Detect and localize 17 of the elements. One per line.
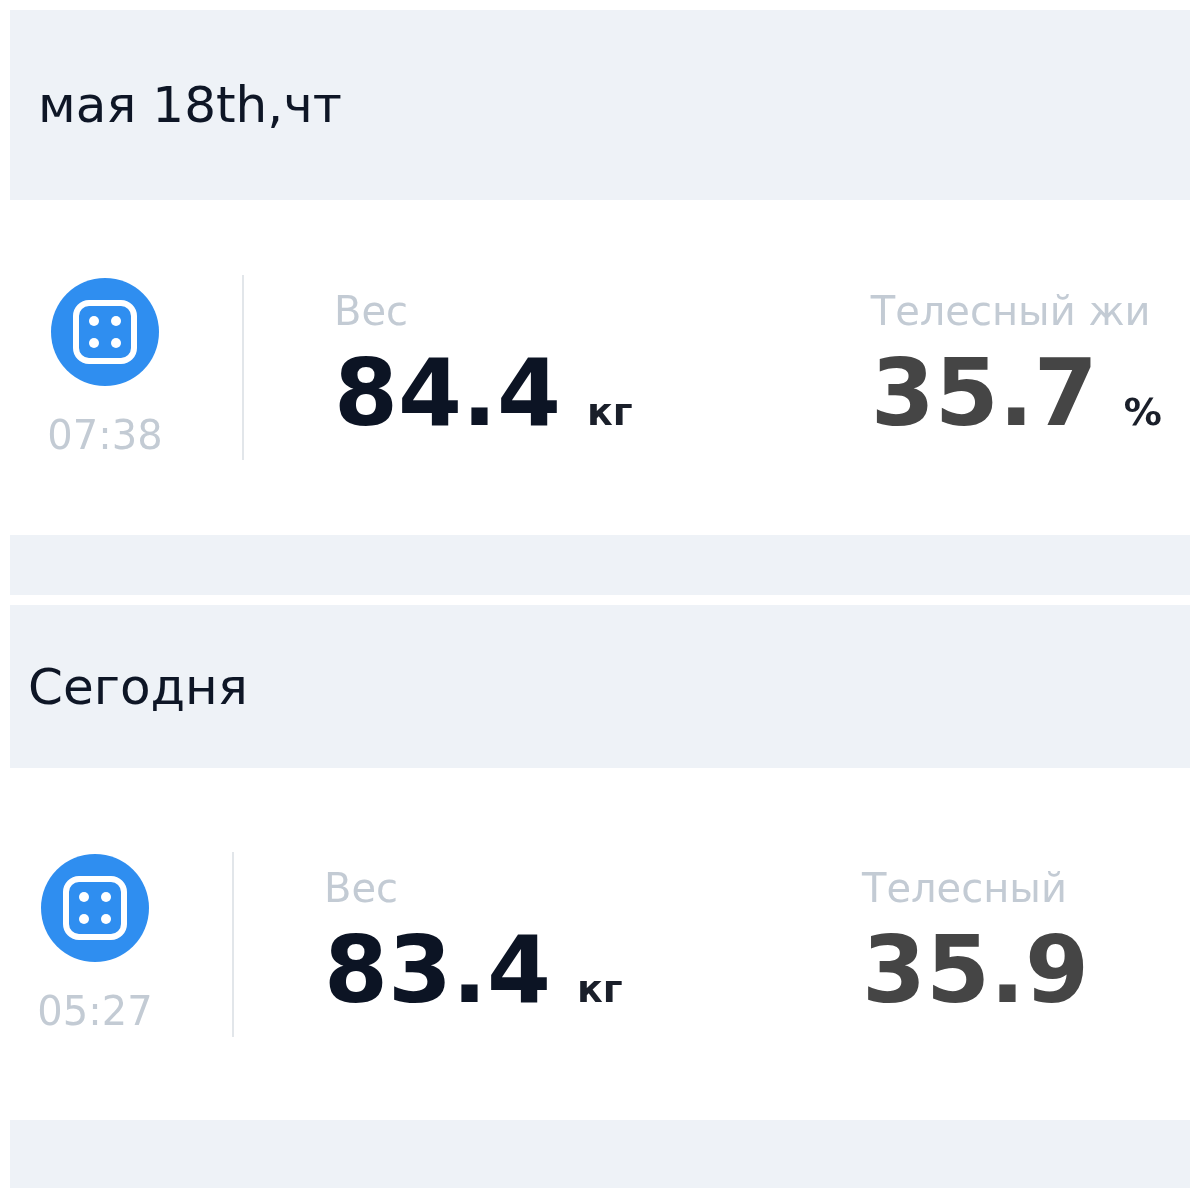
metric-label: Телесный жи	[870, 288, 1152, 334]
metric-unit: кг	[577, 966, 623, 1011]
record-time: 05:27	[37, 988, 153, 1034]
metric-unit: кг	[587, 390, 633, 434]
metric-label: Вес	[334, 288, 410, 334]
date-label: Сегодня	[28, 657, 248, 716]
metric-value: 83.4	[324, 916, 551, 1024]
scale-icon	[51, 277, 159, 386]
metric-value: 84.4	[334, 340, 561, 447]
metric-label: Вес	[324, 864, 400, 911]
scale-icon	[41, 854, 149, 962]
date-label: мая 18th,чт	[38, 76, 342, 134]
metric-value: 35.7	[870, 340, 1098, 447]
metric-label: Телесный	[862, 864, 1068, 911]
metric-value: 35.9	[862, 916, 1089, 1024]
record-time: 07:38	[47, 411, 163, 458]
metric-unit: %	[1123, 390, 1162, 434]
